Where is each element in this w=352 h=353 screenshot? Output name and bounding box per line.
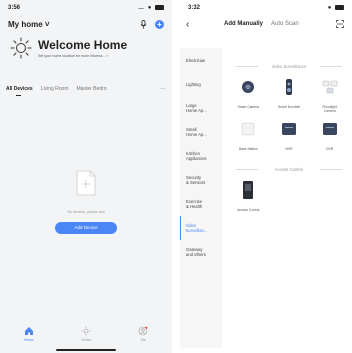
profile-icon (139, 326, 148, 336)
status-bar: 3:56 … ● (0, 0, 172, 16)
home-selector[interactable]: My home ˅ (8, 20, 50, 29)
home-header: My home ˅ + (0, 16, 172, 32)
device-label: Base Station (238, 147, 258, 151)
status-bar: 3:32 ● (180, 0, 352, 16)
nav-home-label: Home (23, 338, 34, 342)
device-tile[interactable]: NVR (269, 119, 310, 151)
tabs-more-icon[interactable]: ··· (160, 86, 166, 92)
category-item[interactable]: Lighting (180, 72, 222, 96)
add-header: ‹ Add Manually Auto Scan (180, 16, 352, 32)
device-label: Floodlight Camera (322, 105, 337, 113)
device-tile[interactable]: Smart Camera (228, 77, 269, 113)
device-tile[interactable]: Floodlight Camera (309, 77, 350, 113)
tab-all-devices[interactable]: All Devices (6, 86, 33, 96)
device-icon (238, 77, 258, 102)
category-item[interactable]: Exercise & Health (180, 192, 222, 216)
device-tile[interactable]: Smart Doorbell (269, 77, 310, 113)
device-icon (238, 119, 258, 144)
welcome-subtitle: Set your home location for more informa.… (38, 54, 109, 58)
device-label: Access Control (237, 208, 260, 212)
status-icons: ● (328, 4, 344, 11)
tab-auto-scan[interactable]: Auto Scan (271, 21, 299, 27)
home-screen: 3:56 … ● My home ˅ + Welcome Home Set yo… (0, 0, 172, 353)
battery-icon (335, 4, 344, 10)
home-icon (24, 327, 33, 335)
empty-state: No devices, please add Add Device (0, 170, 172, 234)
device-icon (320, 119, 340, 144)
section-title: Access Control (228, 167, 350, 172)
add-device-button[interactable]: Add Device (55, 222, 117, 234)
welcome-banner[interactable]: Welcome Home Set your home location for … (0, 32, 172, 64)
category-item[interactable]: Small Home Ap... (180, 120, 222, 144)
device-tile[interactable]: Base Station (228, 119, 269, 151)
tab-add-manually[interactable]: Add Manually (224, 21, 263, 27)
device-label: NVR (285, 147, 293, 151)
welcome-title: Welcome Home (38, 38, 128, 52)
room-tabs: All Devices Living Room Master Bedro ··· (0, 82, 172, 96)
battery-icon (155, 4, 164, 10)
device-label: Smart Camera (237, 105, 260, 109)
empty-message: No devices, please add (67, 210, 105, 214)
nav-smart[interactable]: Smart (71, 326, 101, 342)
nav-me[interactable]: Me (128, 326, 158, 342)
category-item[interactable]: Large Home Ap... (180, 96, 222, 120)
device-icon (279, 77, 299, 102)
empty-document-icon (76, 170, 96, 196)
device-icon (279, 119, 299, 144)
device-icon (238, 180, 258, 205)
category-item[interactable]: Electrician (180, 48, 222, 72)
nav-me-label: Me (140, 338, 146, 342)
section-title: Video Surveillance (228, 64, 350, 69)
device-label: DVR (326, 147, 334, 151)
status-icons: … ● (138, 4, 164, 11)
category-sidebar: Electrician Lighting Large Home Ap... Small… (180, 48, 222, 264)
nav-home[interactable]: Home (14, 326, 44, 342)
status-time: 3:56 (8, 5, 21, 11)
category-item[interactable]: Kitchen Appliances (180, 144, 222, 168)
device-panel: Video Surveillance Smart Camera Smart Door… (228, 56, 350, 212)
nav-smart-label: Smart (81, 338, 91, 342)
device-icon (320, 77, 340, 102)
scan-icon[interactable] (336, 20, 344, 28)
category-item[interactable]: Gateway and others (180, 240, 222, 264)
device-label: Smart Doorbell (277, 105, 300, 109)
device-grid: Access Control (228, 180, 350, 212)
device-tile[interactable]: Access Control (228, 180, 269, 212)
category-item[interactable]: Security & Sensors (180, 168, 222, 192)
microphone-icon[interactable] (140, 19, 147, 29)
home-title: My home (8, 19, 43, 29)
device-grid: Smart Camera Smart Doorbell Floodlight Cam… (228, 77, 350, 151)
home-indicator (56, 349, 116, 351)
sun-icon (10, 37, 32, 59)
tab-living-room[interactable]: Living Room (41, 86, 69, 92)
status-time: 3:32 (188, 5, 201, 11)
back-chevron-icon[interactable]: ‹ (186, 19, 200, 30)
tab-master-bedroom[interactable]: Master Bedro (76, 86, 106, 92)
category-item[interactable]: Video Surveillan... (180, 216, 222, 240)
add-device-screen: 3:32 ● ‹ Add Manually Auto Scan Electric… (180, 0, 352, 353)
smart-sun-icon (81, 326, 91, 336)
add-icon[interactable]: + (155, 19, 164, 29)
bottom-nav: Home Smart Me (0, 323, 172, 345)
device-tile[interactable]: DVR (309, 119, 350, 151)
